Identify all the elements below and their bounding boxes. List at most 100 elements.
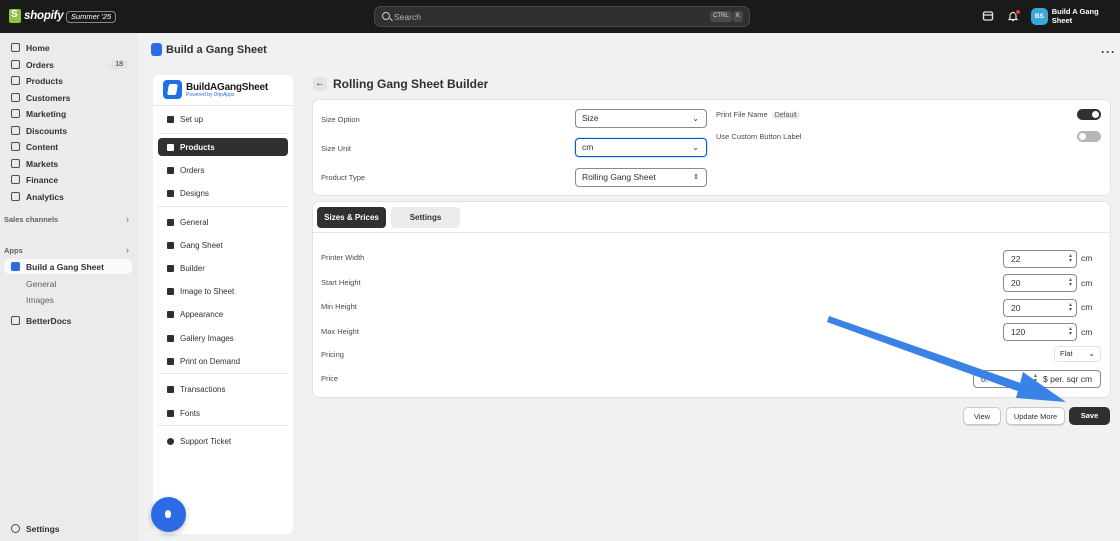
divider [158,133,288,134]
start-height-input[interactable]: 20 ▴ ▾ [1003,274,1077,292]
appnav-label: Products [180,142,215,152]
sidebar-item-discounts[interactable]: Discounts [4,123,132,138]
sidebar-item-marketing[interactable]: Marketing [4,106,132,121]
appnav-item-products[interactable]: Products [158,138,288,156]
sidebar-item-products[interactable]: Products [4,73,132,88]
start-height-label: Start Height [321,278,361,287]
price-label: Price [321,374,339,383]
chart-icon [11,192,20,201]
view-button[interactable]: View [963,407,1001,425]
product-type-value: Rolling Gang Sheet [582,172,656,182]
sales-channels-heading[interactable]: Sales channels [4,215,58,224]
appnav-item-builder[interactable]: Builder [158,259,288,277]
update-more-button[interactable]: Update More [1006,407,1065,425]
general-icon [167,218,174,226]
page-title: Build a Gang Sheet [151,43,267,56]
min-height-label: Min Height [321,302,357,311]
appnav-item-transactions[interactable]: Transactions [158,380,288,398]
appnav-item-general[interactable]: General [158,213,288,231]
setup-icon [167,115,174,123]
tab-sizes-prices[interactable]: Sizes & Prices [317,207,386,228]
brand-logo-icon [163,80,182,99]
appnav-label: Orders [180,165,205,175]
chevron-down-icon: ⌄ [692,143,699,152]
appnav-item-setup[interactable]: Set up [158,110,288,128]
sidebar-item-label: Home [26,42,50,53]
brand-name: BuildAGangSheet [186,81,269,93]
product-type-select[interactable]: Rolling Gang Sheet ⇕ [575,168,707,187]
sidebar-item-betterdocs[interactable]: BetterDocs [4,313,132,328]
gang-sheet-icon [167,241,174,249]
stepper-icon[interactable]: ▴ ▾ [1069,277,1072,288]
appnav-label: Gallery Images [180,333,234,343]
appnav-item-support-ticket[interactable]: Support Ticket [158,432,288,450]
size-option-select[interactable]: Size ⌄ [575,109,707,128]
appnav-item-appearance[interactable]: Appearance [158,305,288,323]
chevron-right-icon[interactable]: › [126,214,129,224]
sidebar-item-label: Content [26,141,59,152]
apps-heading[interactable]: Apps [4,246,23,255]
appnav-item-image-to-sheet[interactable]: Image to Sheet [158,282,288,300]
sidebar-subitem-images[interactable]: Images [26,295,54,305]
appnav-item-orders[interactable]: Orders [158,161,288,179]
sidebar-item-label: Products [26,75,63,86]
size-unit-select[interactable]: cm ⌄ [575,138,707,157]
appnav-label: Set up [180,114,204,124]
stepper-icon[interactable]: ▴ ▾ [1034,373,1037,384]
sidebar-item-orders[interactable]: Orders 18 [4,57,132,72]
sidebar-item-customers[interactable]: Customers [4,90,132,105]
pricing-label: Pricing [321,350,344,359]
appnav-item-gallery-images[interactable]: Gallery Images [158,329,288,347]
custom-button-label-toggle[interactable] [1077,131,1101,142]
home-icon [11,43,20,52]
store-menu-button[interactable]: BS Build A Gang Sheet [1031,7,1120,25]
toggle-knob [1092,111,1099,118]
sidebar-item-label: Analytics [26,191,64,202]
tab-settings[interactable]: Settings [391,207,460,228]
max-height-input[interactable]: 120 ▴ ▾ [1003,323,1077,341]
search-bar[interactable]: Search CTRL K [374,6,750,27]
back-arrow-icon[interactable]: ← [313,77,327,91]
stepper-icon[interactable]: ▴ ▾ [1069,253,1072,264]
printer-width-unit: cm [1081,253,1093,263]
stepper-icon[interactable]: ▴ ▾ [1069,302,1072,313]
sidebar-item-analytics[interactable]: Analytics [4,189,132,204]
appnav-item-gang-sheet[interactable]: Gang Sheet [158,236,288,254]
sidebar-item-build-a-gang-sheet[interactable]: Build a Gang Sheet [4,259,132,274]
orders-icon [167,166,174,174]
shopify-logo[interactable]: shopify [9,9,64,23]
store-icon[interactable] [982,10,994,22]
appnav-label: Designs [180,188,209,198]
min-height-unit: cm [1081,302,1093,312]
sidebar-item-content[interactable]: Content [4,139,132,154]
transactions-icon [167,385,174,393]
print-icon [167,357,174,365]
size-unit-value: cm [582,142,594,152]
divider [158,373,288,374]
appnav-item-fonts[interactable]: Fonts [158,404,288,422]
more-actions-icon[interactable]: ··· [1101,45,1116,59]
stepper-icon[interactable]: ▴ ▾ [1069,326,1072,337]
chat-support-button[interactable] [151,497,186,532]
sidebar-item-finance[interactable]: Finance [4,172,132,187]
print-file-name-toggle[interactable] [1077,109,1101,120]
max-height-value: 120 [1011,327,1026,337]
sidebar-item-settings[interactable]: Settings [4,521,132,536]
orders-count-badge: 18 [110,60,128,69]
sidebar-item-label: Build a Gang Sheet [26,261,104,272]
printer-width-input[interactable]: 22 ▴ ▾ [1003,250,1077,268]
appnav-item-print-on-demand[interactable]: Print on Demand [158,352,288,370]
sidebar-subitem-general[interactable]: General [26,279,56,289]
orders-icon [11,60,20,69]
save-button[interactable]: Save [1069,407,1110,425]
bank-icon [11,175,20,184]
betterdocs-icon [11,316,20,325]
min-height-input[interactable]: 20 ▴ ▾ [1003,299,1077,317]
sidebar-item-markets[interactable]: Markets [4,156,132,171]
pricing-select[interactable]: Flat ⌄ [1054,346,1101,362]
price-unit: $ per. sqr cm [1043,374,1093,384]
price-input[interactable]: 0. ▴ ▾ $ per. sqr cm [973,370,1101,388]
chevron-right-icon[interactable]: › [126,245,129,255]
sidebar-item-home[interactable]: Home [4,40,132,55]
appnav-item-designs[interactable]: Designs [158,184,288,202]
